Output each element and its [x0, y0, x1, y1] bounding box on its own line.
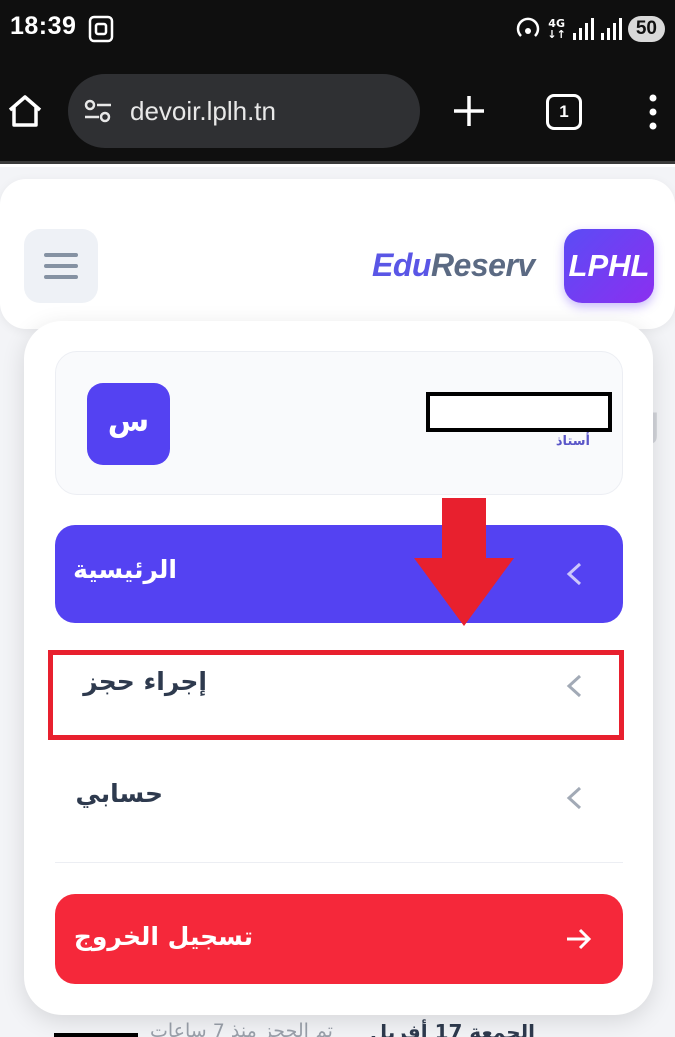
- status-icons: 4G ↓↑ 50: [515, 12, 665, 46]
- data-arrows-icon: ↓↑: [547, 28, 566, 41]
- menu-toggle-button[interactable]: [24, 229, 98, 303]
- hotspot-icon: [517, 17, 540, 37]
- logout-label: تسجيل الخروج: [73, 922, 253, 951]
- status-bar: 18:39 4G ↓↑ 50: [0, 0, 675, 58]
- redacted-block: [54, 1033, 138, 1037]
- nav-item-label: الرئيسية: [73, 555, 177, 584]
- nav-item-my-account[interactable]: حسابي: [55, 749, 623, 847]
- annotation-highlight-box: [48, 650, 624, 740]
- hamburger-line: [44, 253, 78, 257]
- hamburger-line: [44, 264, 78, 268]
- user-name-redacted: [426, 392, 612, 432]
- background-note: تم الحجز منذ 7 ساعات: [150, 1020, 333, 1037]
- background-date: الجمعة 17 أفريل: [369, 1020, 535, 1037]
- signal-icon-2: [600, 18, 622, 40]
- nav-item-label: حسابي: [75, 779, 163, 808]
- avatar[interactable]: س: [87, 383, 170, 465]
- brand-part-2: Reserv: [430, 247, 535, 283]
- screenshot-icon: [88, 15, 114, 43]
- status-time: 18:39: [10, 12, 77, 40]
- address-bar[interactable]: devoir.lplh.tn: [68, 74, 420, 148]
- url-text[interactable]: devoir.lplh.tn: [130, 96, 276, 127]
- site-settings-icon[interactable]: [84, 98, 112, 124]
- arrow-right-icon: [567, 928, 592, 950]
- chevron-left-icon: [566, 786, 582, 810]
- logo-badge[interactable]: LPHL: [564, 229, 654, 303]
- user-role: أستاذ: [555, 434, 590, 449]
- network-indicator: 4G ↓↑: [547, 18, 565, 40]
- hamburger-line: [44, 275, 78, 279]
- tab-switcher-button[interactable]: 1: [546, 94, 582, 130]
- brand-part-1: Edu: [372, 247, 431, 283]
- more-options-icon[interactable]: [638, 92, 668, 132]
- app-header: EduReserv LPHL: [0, 179, 675, 329]
- home-icon[interactable]: [6, 92, 44, 130]
- nav-item-home[interactable]: الرئيسية: [55, 525, 623, 623]
- signal-icon: [572, 18, 594, 40]
- new-tab-icon[interactable]: [450, 92, 488, 130]
- browser-toolbar: devoir.lplh.tn 1: [0, 58, 675, 164]
- brand-name[interactable]: EduReserv: [372, 247, 535, 284]
- logout-button[interactable]: تسجيل الخروج: [55, 894, 623, 984]
- user-profile-card: س أستاذ: [55, 351, 623, 495]
- battery-icon: 50: [627, 16, 665, 42]
- menu-divider: [55, 862, 623, 863]
- page-content: لو رياضيات 1 الجمعة 17 أفريل تم الحجز من…: [0, 167, 675, 1037]
- annotation-arrow-icon: [414, 498, 514, 626]
- chevron-left-icon: [566, 562, 582, 586]
